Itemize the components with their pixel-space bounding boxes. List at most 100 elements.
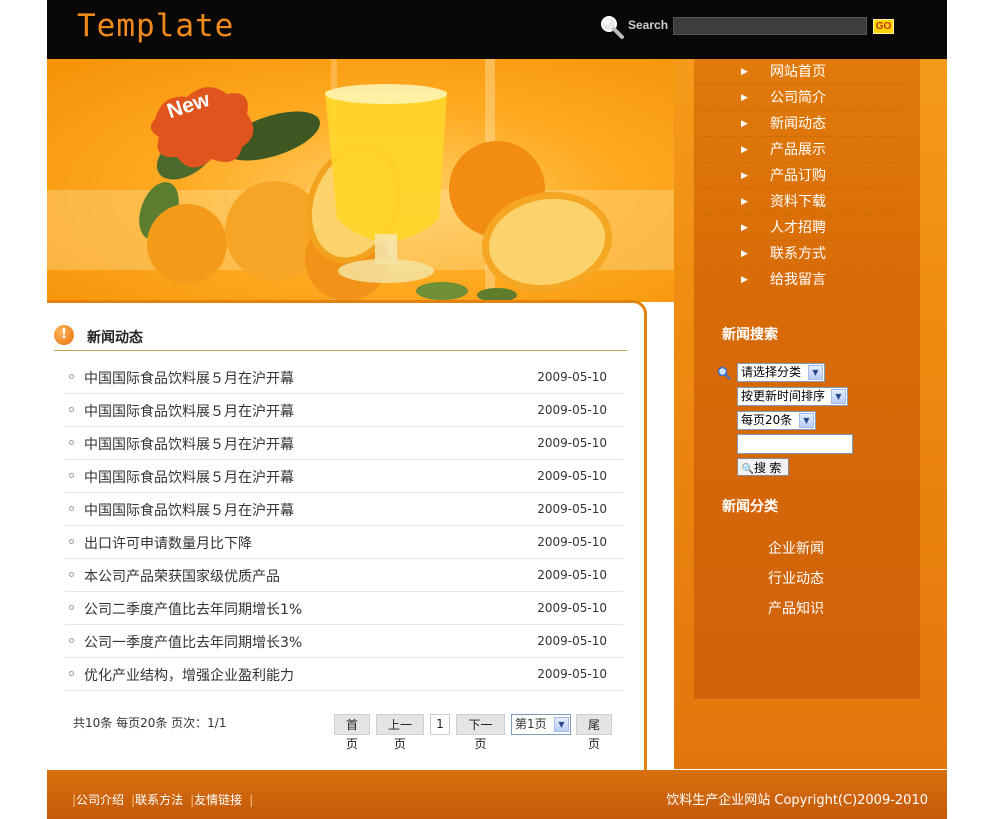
- content-title: 新闻动态: [87, 330, 143, 346]
- per-page-select[interactable]: 每页20条 ▼: [737, 411, 816, 430]
- prev-page-button[interactable]: 上一页: [376, 714, 424, 751]
- nav-label: 产品展示: [770, 142, 826, 158]
- news-date: 2009-05-10: [537, 370, 607, 384]
- category-link[interactable]: 企业新闻: [768, 536, 824, 566]
- chevron-down-icon: ▼: [799, 413, 814, 428]
- bullet-icon: [69, 506, 74, 511]
- news-item[interactable]: 中国国际食品饮料展５月在沪开幕 2009-05-10: [65, 427, 623, 460]
- bullet-icon: [69, 407, 74, 412]
- news-item[interactable]: 中国国际食品饮料展５月在沪开幕 2009-05-10: [65, 493, 623, 526]
- magnifier-icon: [601, 16, 624, 39]
- news-date: 2009-05-10: [537, 502, 607, 516]
- news-date: 2009-05-10: [537, 535, 607, 549]
- search-icon: 🔍: [741, 464, 755, 475]
- main-nav: ▶ 网站首页 ▶ 公司简介 ▶ 新闻动态 ▶ 产品展示 ▶ 产品订购 ▶ 资料下载 ▶ 人才招…: [694, 59, 902, 299]
- nav-label: 产品订购: [770, 168, 826, 184]
- bullet-icon: [69, 539, 74, 544]
- news-item[interactable]: 公司二季度产值比去年同期增长1% 2009-05-10: [65, 592, 623, 625]
- news-search-title: 新闻搜索: [722, 327, 778, 343]
- nav-item-products[interactable]: ▶ 产品展示: [694, 137, 902, 163]
- bullet-icon: [69, 440, 74, 445]
- news-title-link[interactable]: 出口许可申请数量月比下降: [84, 533, 252, 553]
- bullet-icon: [69, 671, 74, 676]
- search-button[interactable]: 🔍搜 索: [737, 458, 789, 476]
- nav-label: 人才招聘: [770, 220, 826, 236]
- news-date: 2009-05-10: [537, 601, 607, 615]
- page-select-value: 第1页: [515, 717, 547, 731]
- news-title-link[interactable]: 中国国际食品饮料展５月在沪开幕: [84, 500, 294, 520]
- nav-item-home[interactable]: ▶ 网站首页: [694, 59, 902, 85]
- search-input[interactable]: [673, 17, 867, 35]
- news-date: 2009-05-10: [537, 436, 607, 450]
- news-title-link[interactable]: 中国国际食品饮料展５月在沪开幕: [84, 467, 294, 487]
- news-content-panel: ! 新闻动态 中国国际食品饮料展５月在沪开幕 2009-05-10 中国国际食品…: [47, 300, 647, 773]
- news-date: 2009-05-10: [537, 568, 607, 582]
- bullet-icon: [69, 638, 74, 643]
- news-item[interactable]: 出口许可申请数量月比下降 2009-05-10: [65, 526, 623, 559]
- news-list: 中国国际食品饮料展５月在沪开幕 2009-05-10 中国国际食品饮料展５月在沪…: [65, 361, 623, 691]
- news-item[interactable]: 公司一季度产值比去年同期增长3% 2009-05-10: [65, 625, 623, 658]
- news-title-link[interactable]: 本公司产品荣获国家级优质产品: [84, 566, 280, 586]
- news-item[interactable]: 中国国际食品饮料展５月在沪开幕 2009-05-10: [65, 361, 623, 394]
- chevron-down-icon: ▼: [808, 365, 823, 380]
- category-select-value: 请选择分类: [741, 365, 802, 379]
- news-title-link[interactable]: 公司一季度产值比去年同期增长3%: [84, 632, 302, 652]
- sort-select[interactable]: 按更新时间排序 ▼: [737, 387, 848, 406]
- nav-item-news[interactable]: ▶ 新闻动态: [694, 111, 902, 137]
- news-title-link[interactable]: 公司二季度产值比去年同期增长1%: [84, 599, 302, 619]
- go-button[interactable]: GO: [873, 19, 894, 34]
- arrow-right-icon: ▶: [741, 145, 748, 155]
- news-item[interactable]: 中国国际食品饮料展５月在沪开幕 2009-05-10: [65, 394, 623, 427]
- nav-label: 联系方式: [770, 246, 826, 262]
- nav-item-guestbook[interactable]: ▶ 给我留言: [694, 267, 902, 293]
- nav-label: 公司简介: [770, 90, 826, 106]
- page-select[interactable]: 第1页 ▼: [511, 714, 571, 735]
- bullet-icon: [69, 374, 74, 379]
- bullet-icon: [69, 572, 74, 577]
- banner-image: New: [47, 59, 674, 302]
- nav-item-contact[interactable]: ▶ 联系方式: [694, 241, 902, 267]
- chevron-down-icon: ▼: [554, 717, 569, 732]
- nav-item-about[interactable]: ▶ 公司简介: [694, 85, 902, 111]
- category-select[interactable]: 请选择分类 ▼: [737, 363, 825, 382]
- news-title-link[interactable]: 优化产业结构，增强企业盈利能力: [84, 665, 294, 685]
- title-divider: [54, 350, 627, 351]
- news-title-link[interactable]: 中国国际食品饮料展５月在沪开幕: [84, 401, 294, 421]
- footer-link[interactable]: 联系方法: [135, 793, 183, 807]
- next-page-button[interactable]: 下一页: [456, 714, 505, 751]
- news-item[interactable]: 优化产业结构，增强企业盈利能力 2009-05-10: [65, 658, 623, 691]
- footer-link[interactable]: 公司介绍: [76, 793, 124, 807]
- news-date: 2009-05-10: [537, 469, 607, 483]
- site-logo[interactable]: Template: [77, 8, 234, 44]
- alert-icon: !: [54, 325, 74, 345]
- category-list: 企业新闻 行业动态 产品知识: [768, 536, 824, 626]
- arrow-right-icon: ▶: [741, 275, 748, 285]
- category-link[interactable]: 行业动态: [768, 566, 824, 596]
- search-icon: [717, 366, 731, 380]
- page: Template Search GO New ! 新闻动态 中国国际食品饮料展５…: [47, 0, 947, 819]
- news-title-link[interactable]: 中国国际食品饮料展５月在沪开幕: [84, 368, 294, 388]
- nav-item-order[interactable]: ▶ 产品订购: [694, 163, 902, 189]
- nav-label: 网站首页: [770, 64, 826, 80]
- nav-label: 给我留言: [770, 272, 826, 288]
- pager-info: 共10条 每页20条 页次：1/1: [73, 716, 227, 730]
- search-button-label: 搜 索: [754, 461, 782, 475]
- footer-link[interactable]: 友情链接: [194, 793, 242, 807]
- nav-label: 新闻动态: [770, 116, 826, 132]
- arrow-right-icon: ▶: [741, 67, 748, 77]
- page-number[interactable]: 1: [430, 714, 450, 735]
- nav-label: 资料下载: [770, 194, 826, 210]
- news-item[interactable]: 中国国际食品饮料展５月在沪开幕 2009-05-10: [65, 460, 623, 493]
- first-page-button[interactable]: 首页: [334, 714, 370, 751]
- nav-item-downloads[interactable]: ▶ 资料下载: [694, 189, 902, 215]
- category-link[interactable]: 产品知识: [768, 596, 824, 626]
- nav-item-jobs[interactable]: ▶ 人才招聘: [694, 215, 902, 241]
- last-page-button[interactable]: 尾页: [576, 714, 612, 751]
- news-item[interactable]: 本公司产品荣获国家级优质产品 2009-05-10: [65, 559, 623, 592]
- separator: |: [249, 793, 254, 807]
- arrow-right-icon: ▶: [741, 197, 748, 207]
- news-title-link[interactable]: 中国国际食品饮料展５月在沪开幕: [84, 434, 294, 454]
- news-date: 2009-05-10: [537, 667, 607, 681]
- keyword-input[interactable]: [737, 434, 853, 454]
- per-page-select-value: 每页20条: [741, 413, 793, 427]
